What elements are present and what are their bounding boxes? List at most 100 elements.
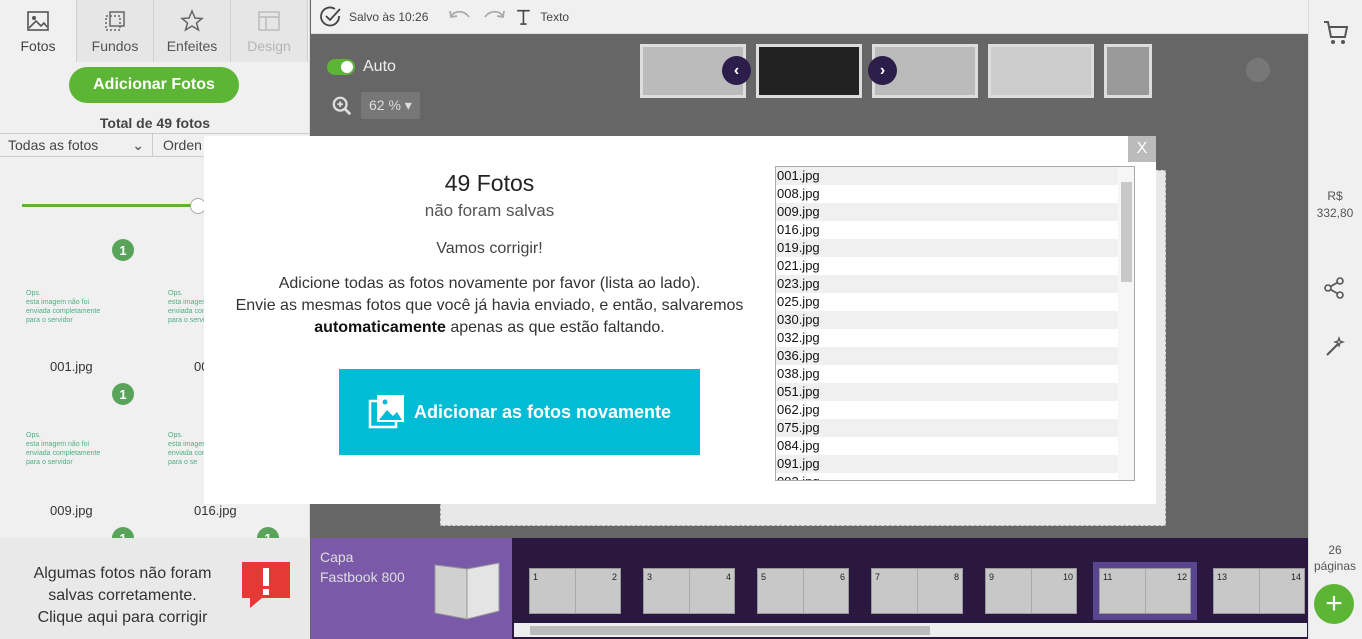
file-list-item[interactable]: 030.jpg (776, 311, 1118, 329)
upload-error-thumbnail[interactable]: Ops. esta imagem não foi enviada complet… (26, 431, 126, 467)
chevron-left-icon: ‹ (733, 61, 740, 79)
file-list-item[interactable]: 008.jpg (776, 185, 1118, 203)
add-page-button[interactable]: + (1314, 584, 1354, 624)
file-list-item[interactable]: 025.jpg (776, 293, 1118, 311)
modal-close-button[interactable]: X (1128, 136, 1156, 162)
redo-button[interactable] (480, 4, 508, 30)
file-list-item[interactable]: 019.jpg (776, 239, 1118, 257)
save-error-line: Algumas fotos não foram (33, 565, 212, 582)
page-number-left: 13 (1217, 572, 1228, 582)
page-number-left: 11 (1103, 572, 1113, 582)
instruction-rest: apenas as que estão faltando. (445, 319, 665, 336)
undo-icon (449, 10, 471, 18)
pages-scrollbar-thumb[interactable] (530, 626, 930, 635)
modal-title: 49 Fotos (444, 170, 535, 196)
usage-count-badge: 1 (112, 527, 134, 538)
file-list-item[interactable]: 016.jpg (776, 221, 1118, 239)
file-list-item[interactable]: 091.jpg (776, 455, 1118, 473)
layout-icon (258, 11, 280, 31)
layout-option[interactable] (756, 44, 862, 98)
toggle-switch[interactable] (327, 59, 355, 75)
check-circle-icon (320, 6, 341, 26)
image-icon (27, 11, 49, 31)
zoom-select[interactable]: 62 % ▾ (361, 92, 420, 119)
zoom-control: 62 % ▾ (331, 92, 420, 119)
layouts-prev-button[interactable]: ‹ (722, 56, 751, 85)
grid-view-icon[interactable] (1246, 58, 1270, 82)
usage-count-badge: 1 (112, 239, 134, 261)
tab-label: Enfeites (166, 38, 218, 54)
missing-files-list[interactable]: 001.jpg 008.jpg 009.jpg 016.jpg 019.jpg … (775, 166, 1135, 481)
re-add-photos-label: Adicionar as fotos novamente (413, 401, 672, 422)
upload-error-thumbnail[interactable]: Ops. esta imagem não foi enviada complet… (26, 289, 126, 325)
top-toolbar: Salvo às 10:26 Texto (311, 0, 1308, 34)
file-list-item[interactable]: 038.jpg (776, 365, 1118, 383)
photo-filename: 001.jpg (50, 359, 93, 374)
thumb-size-slider-track[interactable] (22, 204, 198, 207)
page-spread-thumb-selected[interactable]: 11 12 (1093, 562, 1197, 620)
page-spread-thumb[interactable]: 56 (757, 568, 849, 614)
price-currency: R$ (1327, 189, 1343, 203)
page-number-right: 2 (611, 572, 617, 582)
file-list-item[interactable]: 023.jpg (776, 275, 1118, 293)
filter-value: Todas as fotos (8, 137, 99, 153)
save-error-message: Algumas fotos não foram salvas corretame… (20, 563, 225, 629)
chevron-right-icon: › (879, 61, 886, 79)
filter-select[interactable]: Todas as fotos ⌄ (0, 134, 153, 156)
page-number-left: 9 (989, 572, 995, 582)
tab-enfeites[interactable]: Enfeites (154, 0, 231, 62)
left-tabs: Fotos Fundos Enfeites Design (0, 0, 309, 62)
tab-design[interactable]: Design (231, 0, 308, 62)
save-status: Salvo às 10:26 (317, 4, 428, 30)
book-icon (434, 562, 500, 620)
page-spread-thumb[interactable]: 78 (871, 568, 963, 614)
page-number-right: 6 (839, 572, 845, 582)
file-list-item[interactable]: 084.jpg (776, 437, 1118, 455)
text-tool-button[interactable]: Texto (514, 4, 569, 30)
price-value: 332,80 (1316, 206, 1354, 220)
file-list-scrollbar-thumb[interactable] (1121, 182, 1132, 282)
file-list-item[interactable]: 062.jpg (776, 401, 1118, 419)
page-spread-thumb[interactable]: 9 10 (985, 568, 1077, 614)
modal-lets-fix: Vamos corrigir! (436, 240, 543, 257)
layout-option[interactable] (1104, 44, 1152, 98)
page-spread-thumb[interactable]: 13 14 (1213, 568, 1305, 614)
modal-instructions: Adicione todas as fotos novamente por fa… (204, 273, 775, 339)
instruction-line: automaticamente apenas as que estão falt… (204, 317, 775, 339)
file-list-item[interactable]: 036.jpg (776, 347, 1118, 365)
photos-total: Total de 49 fotos (99, 115, 211, 131)
add-photos-button[interactable]: Adicionar Fotos (69, 67, 239, 103)
tab-fotos[interactable]: Fotos (0, 0, 77, 62)
file-list-item[interactable]: 051.jpg (776, 383, 1118, 401)
file-list-item[interactable]: 075.jpg (776, 419, 1118, 437)
save-error-banner[interactable]: Algumas fotos não foram salvas corretame… (0, 538, 310, 639)
layouts-next-button[interactable]: › (868, 56, 897, 85)
file-list-item[interactable]: 021.jpg (776, 257, 1118, 275)
save-status-text: Salvo às 10:26 (349, 9, 429, 24)
text-tool-label: Texto (540, 9, 570, 24)
undo-button[interactable] (446, 4, 474, 30)
re-add-photos-button[interactable]: Adicionar as fotos novamente (339, 369, 700, 455)
page-number-right: 8 (953, 572, 959, 582)
warning-icon (242, 562, 290, 608)
page-number-left: 7 (875, 572, 881, 582)
magic-wand-icon[interactable] (1324, 336, 1346, 358)
file-list-item[interactable]: 001.jpg (776, 167, 1118, 185)
text-icon (517, 9, 531, 25)
file-list-item[interactable]: 032.jpg (776, 329, 1118, 347)
page-spread-thumb[interactable]: 34 (643, 568, 735, 614)
photos-icon (368, 395, 404, 429)
photo-filename: 016.jpg (194, 503, 237, 518)
file-list-item[interactable]: 009.jpg (776, 203, 1118, 221)
pages-count: 26 páginas (1308, 542, 1362, 574)
layout-option[interactable] (988, 44, 1094, 98)
tab-fundos[interactable]: Fundos (77, 0, 154, 62)
cart-icon[interactable] (1322, 18, 1350, 46)
zoom-in-icon[interactable] (331, 95, 353, 117)
price-display: R$ 332,80 (1308, 188, 1362, 222)
save-error-line: Clique aqui para corrigir (37, 609, 208, 626)
page-spread-thumb[interactable]: 12 (529, 568, 621, 614)
auto-layout-toggle[interactable]: Auto (327, 58, 396, 76)
file-list-item[interactable]: 093.jpg (776, 473, 1118, 480)
share-icon[interactable] (1322, 276, 1346, 300)
